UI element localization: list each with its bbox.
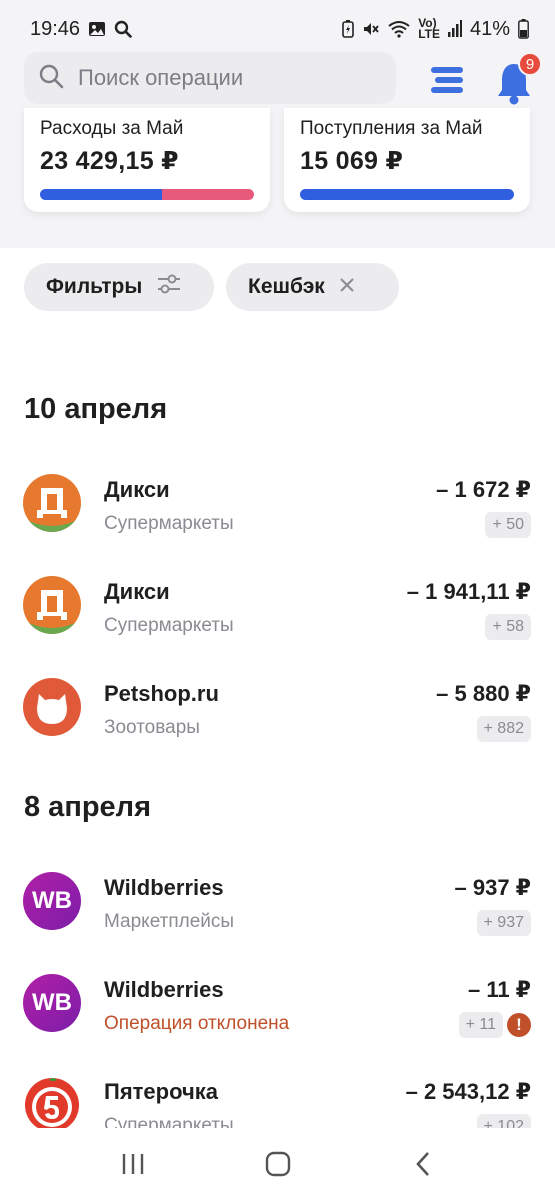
cashback-badge: + 882 [476, 716, 531, 742]
operation-name: Wildberries [104, 875, 224, 900]
wildberries-logo: WB [23, 872, 81, 930]
search-status-icon [114, 20, 132, 38]
income-amount: 15 069 ₽ [300, 147, 404, 175]
operation-status-declined: Операция отклонена [104, 1013, 290, 1034]
status-time: 19:46 [30, 17, 81, 40]
search-input[interactable]: Поиск операции [24, 52, 396, 104]
recent-apps-button[interactable] [103, 1134, 163, 1194]
operation-name: Wildberries [104, 977, 224, 1002]
menu-lines-icon [431, 67, 463, 93]
home-icon [265, 1151, 290, 1177]
cashback-label: Кешбэк [248, 275, 325, 298]
back-icon [415, 1152, 429, 1176]
close-icon[interactable] [339, 275, 355, 299]
operation-amount: – 5 880 ₽ [436, 681, 531, 706]
cashback-badge: + 11 [458, 1012, 503, 1038]
operation-name: Пятерочка [104, 1079, 219, 1104]
alert-icon: ! [507, 1013, 531, 1037]
date-heading: 8 апреля [24, 791, 152, 823]
income-bar-primary [300, 189, 514, 200]
mute-icon [362, 20, 380, 38]
income-card[interactable]: Поступления за Май 15 069 ₽ [284, 108, 530, 212]
search-icon [38, 63, 64, 94]
wildberries-logo: WB [23, 974, 81, 1032]
expenses-bar [40, 189, 254, 200]
lte-label: LTE [418, 27, 440, 41]
expenses-card[interactable]: Расходы за Май 23 429,15 ₽ [24, 108, 270, 212]
operation-category: Зоотовары [104, 717, 200, 738]
cashback-chip[interactable]: Кешбэк [226, 263, 399, 311]
operation-row[interactable]: Petshop.ru Зоотовары – 5 880 ₽ + 882 [0, 678, 555, 758]
date-heading: 10 апреля [24, 393, 168, 425]
operation-category: Супермаркеты [104, 615, 234, 636]
notifications-button[interactable]: 9 [494, 52, 544, 105]
battery-percent: 41% [469, 17, 510, 40]
menu-button[interactable] [427, 60, 467, 100]
dixi-logo [23, 474, 81, 532]
operation-row[interactable]: WB Wildberries Маркетплейсы – 937 ₽ + 93… [0, 872, 555, 952]
expenses-amount: 23 429,15 ₽ [40, 147, 179, 175]
search-placeholder: Поиск операции [78, 65, 244, 90]
battery-saver-icon [342, 20, 354, 38]
petshop-logo [23, 678, 81, 736]
signal-icon [447, 20, 462, 38]
operation-row[interactable]: Дикси Супермаркеты – 1 672 ₽ + 50 [0, 474, 555, 554]
operation-amount: – 937 ₽ [454, 875, 531, 900]
operation-category: Маркетплейсы [104, 911, 235, 932]
dixi-logo [23, 576, 81, 634]
filters-chip[interactable]: Фильтры [24, 263, 214, 311]
status-bar: 19:46 Vo) LTE 41% [0, 0, 555, 58]
operation-amount: – 1 941,11 ₽ [406, 579, 531, 604]
operation-category: Супермаркеты [104, 513, 234, 534]
operation-amount: – 2 543,12 ₽ [405, 1079, 531, 1104]
expenses-bar-secondary [161, 189, 254, 200]
volte-indicator: Vo) LTE [418, 17, 440, 41]
wifi-icon [388, 20, 410, 38]
income-bar [300, 189, 514, 200]
gallery-icon [88, 21, 106, 37]
cashback-badge: + 50 [485, 512, 531, 538]
operation-name: Petshop.ru [104, 681, 219, 706]
cashback-badge: + 937 [476, 910, 531, 936]
operation-name: Дикси [104, 477, 170, 502]
back-button[interactable] [393, 1134, 453, 1194]
operation-amount: – 1 672 ₽ [436, 477, 531, 502]
operation-name: Дикси [104, 579, 170, 604]
pyaterochka-logo [23, 1076, 81, 1134]
filters-label: Фильтры [46, 275, 143, 298]
recents-icon [122, 1154, 143, 1174]
operation-row[interactable]: WB Wildberries Операция отклонена – 11 ₽… [0, 974, 555, 1054]
income-title: Поступления за Май [300, 118, 483, 139]
cashback-badge: + 58 [485, 614, 531, 640]
sliders-icon [156, 272, 182, 302]
battery-icon [518, 19, 529, 39]
home-button[interactable] [248, 1134, 308, 1194]
expenses-bar-primary [40, 189, 162, 200]
system-navigation-bar [0, 1128, 555, 1200]
operation-row[interactable]: Дикси Супермаркеты – 1 941,11 ₽ + 58 [0, 576, 555, 656]
expenses-title: Расходы за Май [40, 118, 184, 139]
operation-amount: – 11 ₽ [467, 977, 531, 1002]
notification-badge: 9 [518, 52, 542, 76]
